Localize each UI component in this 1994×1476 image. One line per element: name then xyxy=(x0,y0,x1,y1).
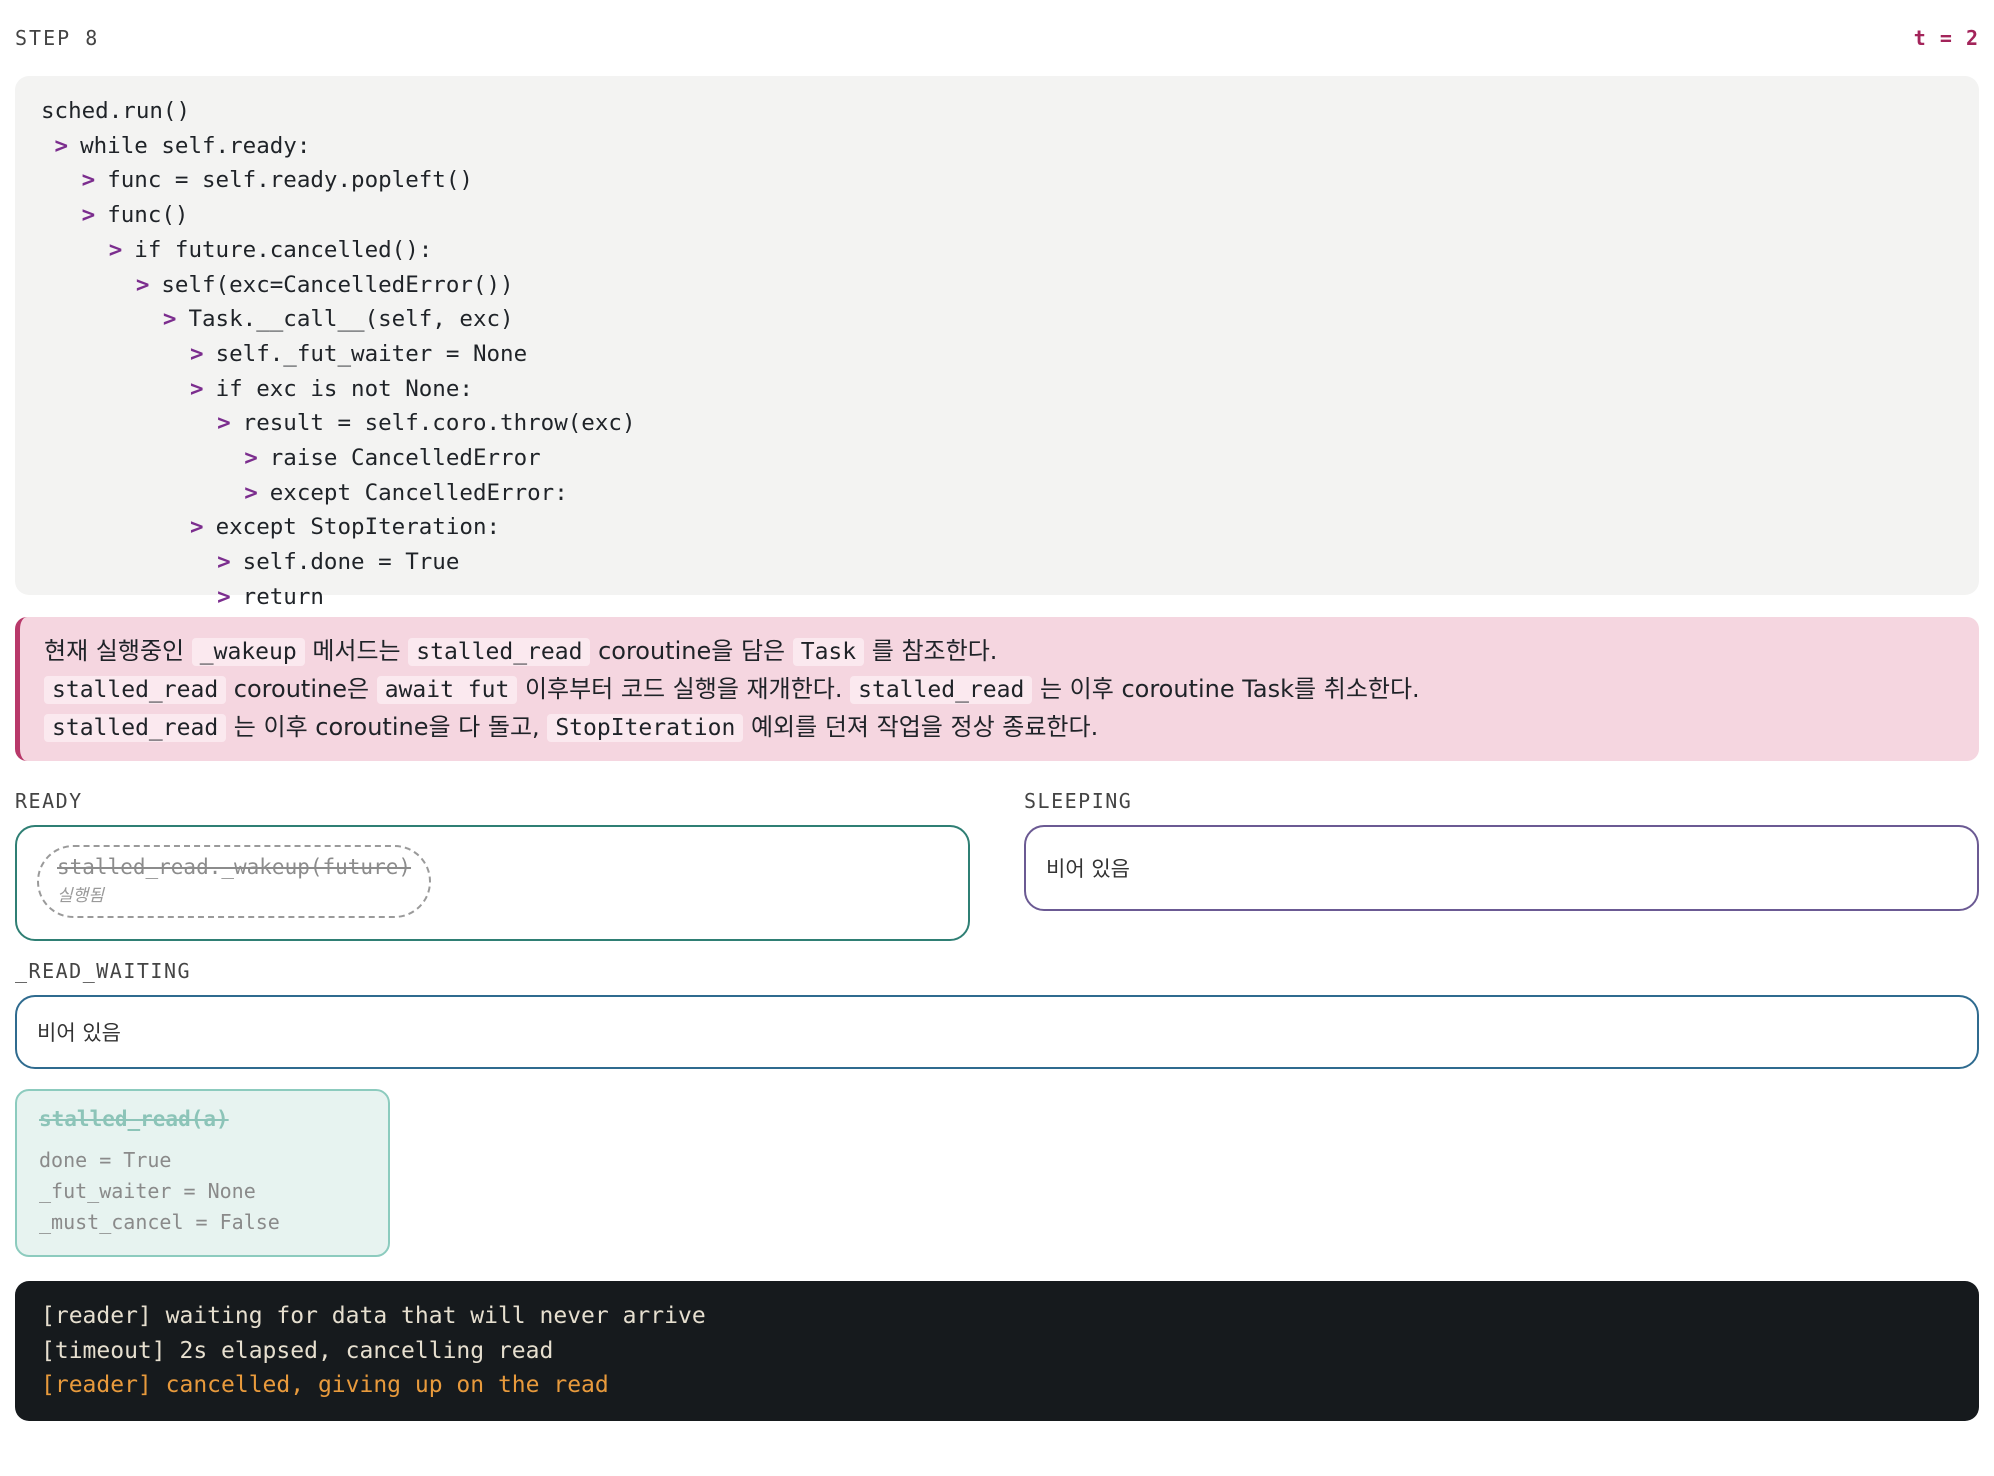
task-field-fut-waiter: _fut_waiter = None xyxy=(39,1179,256,1203)
read-waiting-queue: 비어 있음 xyxy=(15,995,1979,1069)
code-line: > Task.__call__(self, exc) xyxy=(41,302,1953,337)
code-line: > while self.ready: xyxy=(41,129,1953,164)
code-line: sched.run() xyxy=(41,94,1953,129)
note-line-1: 현재 실행중인 _wakeup 메서드는 stalled_read corout… xyxy=(44,637,998,666)
sleeping-section: SLEEPING 비어 있음 xyxy=(1024,789,1979,941)
code-text: if future.cancelled(): xyxy=(134,236,433,263)
code-line: > func() xyxy=(41,198,1953,233)
step-arrow-icon: > xyxy=(162,306,177,333)
task-card: stalled_read(a) done = True _fut_waiter … xyxy=(15,1089,390,1257)
terminal-output: [reader] waiting for data that will neve… xyxy=(15,1281,1979,1421)
ready-section: READY stalled_read._wakeup(future) 실행됨 xyxy=(15,789,970,941)
step-arrow-icon: > xyxy=(108,236,123,263)
step-arrow-icon: > xyxy=(190,340,204,367)
step-arrow-icon: > xyxy=(54,132,69,159)
ready-item: stalled_read._wakeup(future) 실행됨 xyxy=(37,845,432,918)
step-arrow-icon: > xyxy=(81,202,96,229)
code-line: > return xyxy=(41,580,1953,615)
queues-row: READY stalled_read._wakeup(future) 실행됨 S… xyxy=(15,789,1979,941)
step-arrow-icon: > xyxy=(190,514,204,541)
step-arrow-icon: > xyxy=(244,479,258,506)
code-text: func = self.ready.popleft() xyxy=(107,167,473,194)
step-arrow-icon: > xyxy=(190,375,204,402)
explanation-note: 현재 실행중인 _wakeup 메서드는 stalled_read corout… xyxy=(15,617,1979,761)
step-arrow-icon: > xyxy=(81,167,96,194)
code-line: > except CancelledError: xyxy=(41,476,1953,511)
task-field-must-cancel: _must_cancel = False xyxy=(39,1210,280,1234)
step-header: STEP 8 t = 2 xyxy=(15,0,1979,76)
ready-item-status: 실행됨 xyxy=(57,886,104,906)
code-line: > raise CancelledError xyxy=(41,441,1953,476)
terminal-line: [timeout] 2s elapsed, cancelling read xyxy=(41,1337,554,1364)
ready-label: READY xyxy=(15,789,83,813)
read-waiting-label: _READ_WAITING xyxy=(15,959,192,983)
code-text: func() xyxy=(107,202,189,229)
ready-queue: stalled_read._wakeup(future) 실행됨 xyxy=(15,825,970,941)
step-arrow-icon: > xyxy=(217,583,231,610)
time-indicator: t = 2 xyxy=(1913,26,1979,50)
code-line: > self._fut_waiter = None xyxy=(41,337,1953,372)
note-line-2: stalled_read coroutine은 await fut 이후부터 코… xyxy=(44,671,1953,709)
step-arrow-icon: > xyxy=(217,549,231,576)
code-text: raise CancelledError xyxy=(269,445,541,472)
code-line: > result = self.coro.throw(exc) xyxy=(41,406,1953,441)
code-text: Task.__call__(self, exc) xyxy=(188,306,514,333)
code-line: > self(exc=CancelledError()) xyxy=(41,268,1953,303)
step-arrow-icon: > xyxy=(244,445,258,472)
code-text: except StopIteration: xyxy=(215,514,501,541)
code-text: result = self.coro.throw(exc) xyxy=(242,410,636,437)
code-line: > func = self.ready.popleft() xyxy=(41,163,1953,198)
code-line: > if exc is not None: xyxy=(41,372,1953,407)
call-stack-code: sched.run() > while self.ready: > func = s… xyxy=(15,76,1979,610)
read-waiting-empty-text: 비어 있음 xyxy=(37,1021,121,1045)
task-field-done: done = True xyxy=(39,1148,172,1172)
ready-item-title: stalled_read._wakeup(future) xyxy=(57,855,412,879)
code-text: self._fut_waiter = None xyxy=(215,340,528,367)
step-label: STEP 8 xyxy=(15,26,100,50)
terminal-line: [reader] cancelled, giving up on the rea… xyxy=(41,1372,609,1398)
sleeping-queue: 비어 있음 xyxy=(1024,825,1979,911)
step-view: STEP 8 t = 2 sched.run() > while self.rea… xyxy=(15,0,1979,1421)
terminal-line: [reader] waiting for data that will neve… xyxy=(41,1303,706,1329)
code-text: sched.run() xyxy=(41,98,191,124)
step-arrow-icon: > xyxy=(217,410,231,437)
code-line: > if future.cancelled(): xyxy=(41,233,1953,268)
task-title: stalled_read(a) xyxy=(39,1107,229,1131)
sleeping-label: SLEEPING xyxy=(1024,789,1133,813)
code-text: while self.ready: xyxy=(80,132,311,159)
code-line: > except StopIteration: xyxy=(41,510,1953,545)
code-text: except CancelledError: xyxy=(269,479,568,506)
code-text: self(exc=CancelledError()) xyxy=(161,271,514,298)
step-arrow-icon: > xyxy=(135,271,150,298)
note-line-3: stalled_read 는 이후 coroutine을 다 돌고, StopI… xyxy=(44,709,1953,747)
code-text: self.done = True xyxy=(242,549,460,576)
code-text: return xyxy=(242,583,324,610)
code-text: if exc is not None: xyxy=(215,375,473,402)
code-line: > self.done = True xyxy=(41,545,1953,580)
sleeping-empty-text: 비어 있음 xyxy=(1046,857,1130,881)
